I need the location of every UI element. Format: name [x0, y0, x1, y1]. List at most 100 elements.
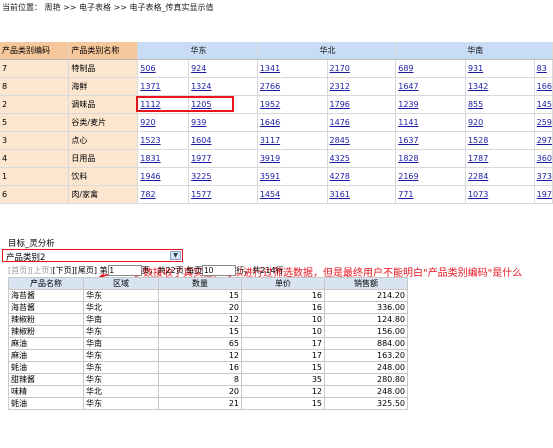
- sales-amount-cell: 163.20: [324, 349, 408, 362]
- value-cell: 2845: [327, 131, 397, 150]
- value-cell: 2169: [395, 167, 466, 186]
- sales-amount-cell: 884.00: [324, 337, 408, 350]
- value-link[interactable]: 1946: [140, 172, 160, 181]
- category-code-cell: 3: [0, 131, 70, 150]
- value-link[interactable]: 1577: [191, 190, 211, 199]
- value-link[interactable]: 373: [537, 172, 552, 181]
- value-link[interactable]: 924: [191, 64, 206, 73]
- product-name-cell: 辣椒粉: [8, 325, 84, 338]
- product-name-cell: 麻油: [8, 349, 84, 362]
- value-link[interactable]: 782: [140, 190, 155, 199]
- value-link[interactable]: 1787: [468, 154, 488, 163]
- value-link[interactable]: 1977: [191, 154, 211, 163]
- value-link[interactable]: 360: [537, 154, 552, 163]
- value-link[interactable]: 1831: [140, 154, 160, 163]
- rows-per-page-input[interactable]: [202, 265, 237, 276]
- product-name-cell: 味精: [8, 385, 84, 398]
- region-cell: 华东: [83, 289, 159, 302]
- value-link[interactable]: 2312: [330, 82, 350, 91]
- value-link[interactable]: 771: [398, 190, 413, 199]
- value-link[interactable]: 939: [191, 118, 206, 127]
- value-link[interactable]: 1141: [398, 118, 418, 127]
- value-link[interactable]: 1604: [191, 136, 211, 145]
- category-name-cell: 肉/家禽: [68, 185, 139, 204]
- value-link[interactable]: 1239: [398, 100, 418, 109]
- value-link[interactable]: 297: [537, 136, 552, 145]
- value-link[interactable]: 1637: [398, 136, 418, 145]
- value-link[interactable]: 1371: [140, 82, 160, 91]
- value-cell: 166: [534, 77, 553, 96]
- next-page-link[interactable]: [下页]: [53, 266, 75, 275]
- sales-amount-cell: 280.80: [324, 373, 408, 386]
- header-sales-amount: 销售额: [324, 277, 408, 290]
- table-row: 味精 华北 20 12 248.00: [8, 385, 408, 398]
- value-link[interactable]: 931: [468, 64, 483, 73]
- value-link[interactable]: 166: [537, 82, 552, 91]
- table-row: 4 日用品 1831 1977 3919 4325 1828 1787 360: [0, 149, 553, 168]
- value-link[interactable]: 197: [537, 190, 552, 199]
- value-link[interactable]: 3591: [260, 172, 280, 181]
- value-cell: 1952: [257, 95, 328, 114]
- value-link[interactable]: 1528: [468, 136, 488, 145]
- prev-page-link[interactable]: [上页]: [30, 266, 52, 275]
- category-name-cell: 点心: [68, 131, 139, 150]
- value-link[interactable]: 506: [140, 64, 155, 73]
- value-link[interactable]: 3225: [191, 172, 211, 181]
- header-product-name: 产品名称: [8, 277, 84, 290]
- value-link[interactable]: 1646: [260, 118, 280, 127]
- value-link[interactable]: 1647: [398, 82, 418, 91]
- table-row: 7 特制品 506 924 1341 2170 689 931 83: [0, 59, 553, 78]
- value-link[interactable]: 1454: [260, 190, 280, 199]
- table-row: 甜辣酱 华东 8 35 280.80: [8, 373, 408, 386]
- value-link[interactable]: 1796: [330, 100, 350, 109]
- sales-amount-cell: 248.00: [324, 385, 408, 398]
- sales-amount-cell: 156.00: [324, 325, 408, 338]
- value-cell: 1577: [188, 185, 258, 204]
- value-link[interactable]: 3161: [330, 190, 350, 199]
- page-number-input[interactable]: [107, 265, 142, 276]
- value-link[interactable]: 689: [398, 64, 413, 73]
- value-link[interactable]: 259: [537, 118, 552, 127]
- first-page-link[interactable]: [首页]: [8, 266, 30, 275]
- value-link[interactable]: 3117: [260, 136, 280, 145]
- last-page-link[interactable]: [尾页]: [75, 266, 97, 275]
- category-select[interactable]: 产品类别2 ▼: [2, 249, 183, 263]
- value-link[interactable]: 2284: [468, 172, 488, 181]
- sales-amount-cell: 336.00: [324, 301, 408, 314]
- value-link[interactable]: 855: [468, 100, 483, 109]
- value-cell: 83: [534, 59, 553, 78]
- value-link[interactable]: 1476: [330, 118, 350, 127]
- value-link[interactable]: 1828: [398, 154, 418, 163]
- value-link[interactable]: 4278: [330, 172, 350, 181]
- value-link[interactable]: 1342: [468, 82, 488, 91]
- value-cell: 1341: [257, 59, 328, 78]
- value-link[interactable]: 2766: [260, 82, 280, 91]
- value-link[interactable]: 2169: [398, 172, 418, 181]
- header-region-south: 华南: [395, 42, 553, 60]
- value-link[interactable]: 3919: [260, 154, 280, 163]
- value-cell: 3161: [327, 185, 397, 204]
- value-link[interactable]: 1952: [260, 100, 280, 109]
- value-link[interactable]: 1523: [140, 136, 160, 145]
- region-cell: 华东: [83, 349, 159, 362]
- value-link[interactable]: 83: [537, 64, 547, 73]
- chevron-down-icon[interactable]: ▼: [170, 251, 181, 260]
- value-cell: 2284: [465, 167, 535, 186]
- value-link[interactable]: 2170: [330, 64, 350, 73]
- value-link[interactable]: 4325: [330, 154, 350, 163]
- value-cell: 689: [395, 59, 466, 78]
- unit-price-cell: 15: [241, 397, 325, 410]
- quantity-cell: 12: [158, 313, 242, 326]
- unit-price-cell: 16: [241, 301, 325, 314]
- value-link[interactable]: 920: [140, 118, 155, 127]
- value-link[interactable]: 1341: [260, 64, 280, 73]
- value-link[interactable]: 1324: [191, 82, 211, 91]
- header-unit-price: 单价: [241, 277, 325, 290]
- value-link[interactable]: 2845: [330, 136, 350, 145]
- value-link[interactable]: 145: [537, 100, 552, 109]
- header-region-east: 华东: [137, 42, 258, 60]
- value-link[interactable]: 1073: [468, 190, 488, 199]
- category-name-cell: 特制品: [68, 59, 139, 78]
- value-cell: 1454: [257, 185, 328, 204]
- value-link[interactable]: 920: [468, 118, 483, 127]
